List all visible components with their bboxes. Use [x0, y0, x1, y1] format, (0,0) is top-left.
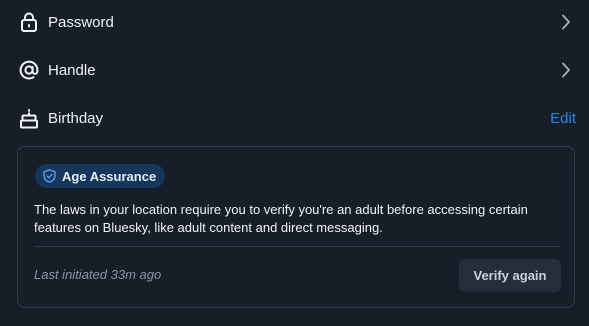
- age-assurance-description: The laws in your location require you to…: [34, 202, 528, 235]
- settings-row-birthday: Birthday Edit: [0, 98, 589, 138]
- verify-again-button[interactable]: Verify again: [459, 259, 561, 292]
- at-sign-icon: [18, 59, 40, 81]
- last-initiated-text: Last initiated 33m ago: [34, 267, 162, 282]
- age-assurance-badge: Age Assurance: [35, 164, 166, 188]
- settings-row-password[interactable]: Password: [0, 2, 589, 42]
- card-divider: [34, 246, 560, 247]
- edit-birthday-link[interactable]: Edit: [550, 110, 576, 127]
- cake-icon: [18, 107, 40, 129]
- lock-icon: [18, 11, 40, 33]
- settings-row-label: Password: [48, 13, 114, 31]
- chevron-right-icon[interactable]: [559, 61, 573, 79]
- settings-row-label: Birthday: [48, 109, 104, 127]
- settings-row-label: Handle: [48, 61, 96, 79]
- age-assurance-badge-label: Age Assurance: [62, 168, 157, 184]
- shield-check-icon: [43, 169, 56, 183]
- age-assurance-card: Age Assurance The laws in your location …: [17, 146, 575, 308]
- settings-row-handle[interactable]: Handle: [0, 50, 589, 90]
- chevron-right-icon[interactable]: [559, 13, 573, 31]
